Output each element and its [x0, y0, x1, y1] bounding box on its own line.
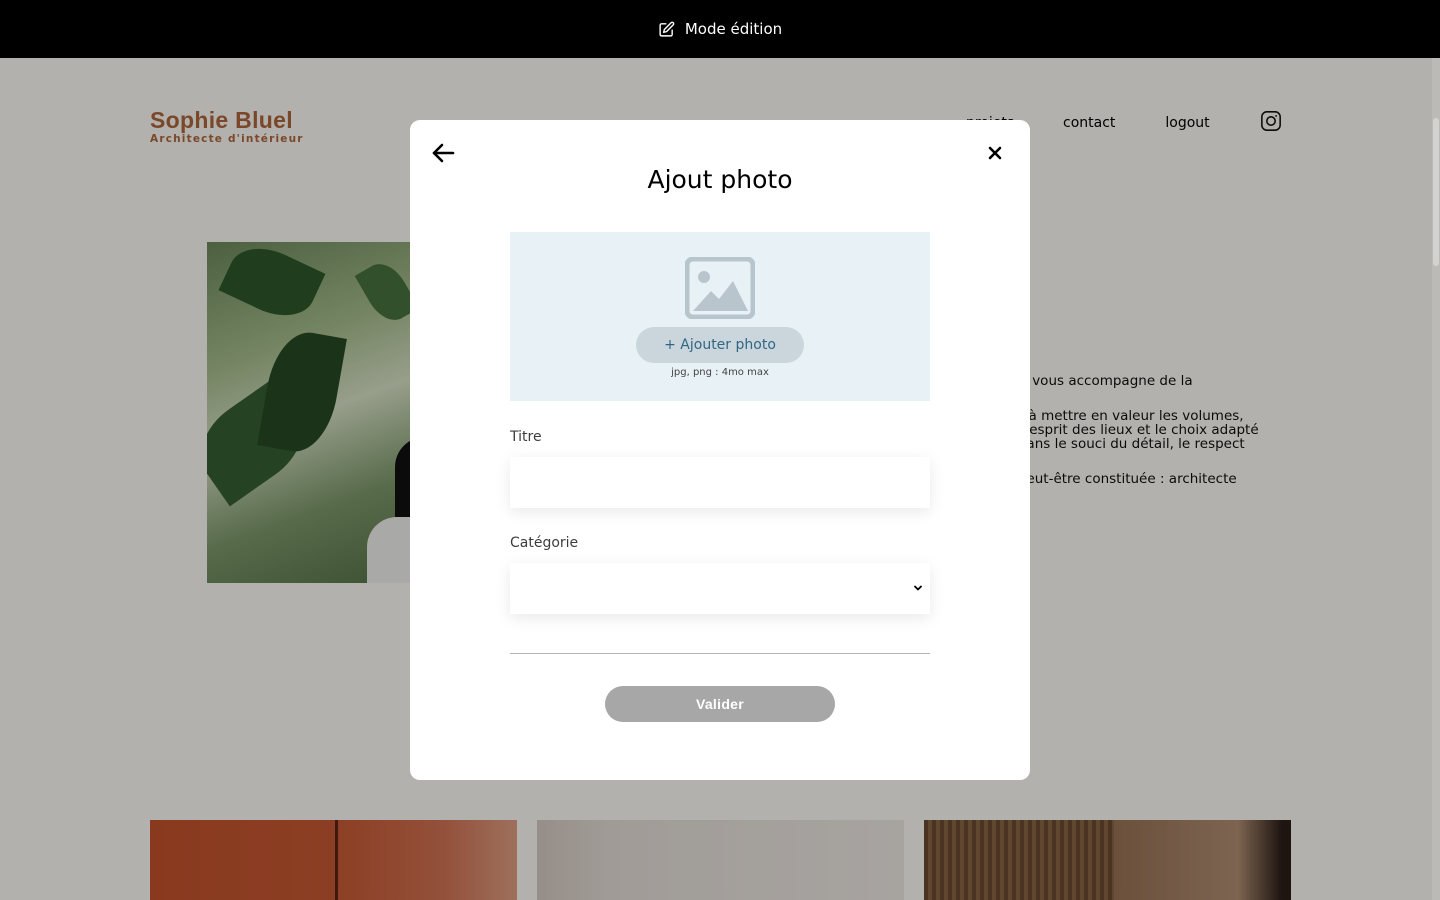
close-icon: [988, 146, 1002, 160]
image-placeholder-icon: [685, 257, 755, 319]
arrow-left-icon: [432, 143, 455, 163]
add-photo-button[interactable]: + Ajouter photo: [636, 327, 804, 363]
form-divider: [510, 653, 930, 654]
submit-button[interactable]: Valider: [605, 686, 835, 722]
close-button[interactable]: [984, 142, 1006, 164]
edit-mode-label: Mode édition: [684, 20, 783, 38]
title-label: Titre: [510, 429, 542, 445]
back-button[interactable]: [430, 140, 456, 166]
add-photo-modal: Ajout photo + Ajouter photo jpg, png : 4…: [410, 120, 1030, 780]
scrollbar-thumb[interactable]: [1433, 118, 1439, 266]
edit-mode-bar: Mode édition: [0, 0, 1440, 58]
scrollbar[interactable]: [1432, 58, 1440, 900]
title-input[interactable]: [510, 457, 930, 508]
category-label: Catégorie: [510, 535, 579, 551]
modal-title: Ajout photo: [647, 165, 793, 194]
category-select[interactable]: [510, 563, 930, 614]
upload-zone[interactable]: + Ajouter photo jpg, png : 4mo max: [510, 232, 930, 401]
chevron-down-icon: [914, 585, 922, 591]
edit-icon: [659, 21, 675, 37]
upload-hint: jpg, png : 4mo max: [671, 367, 769, 378]
